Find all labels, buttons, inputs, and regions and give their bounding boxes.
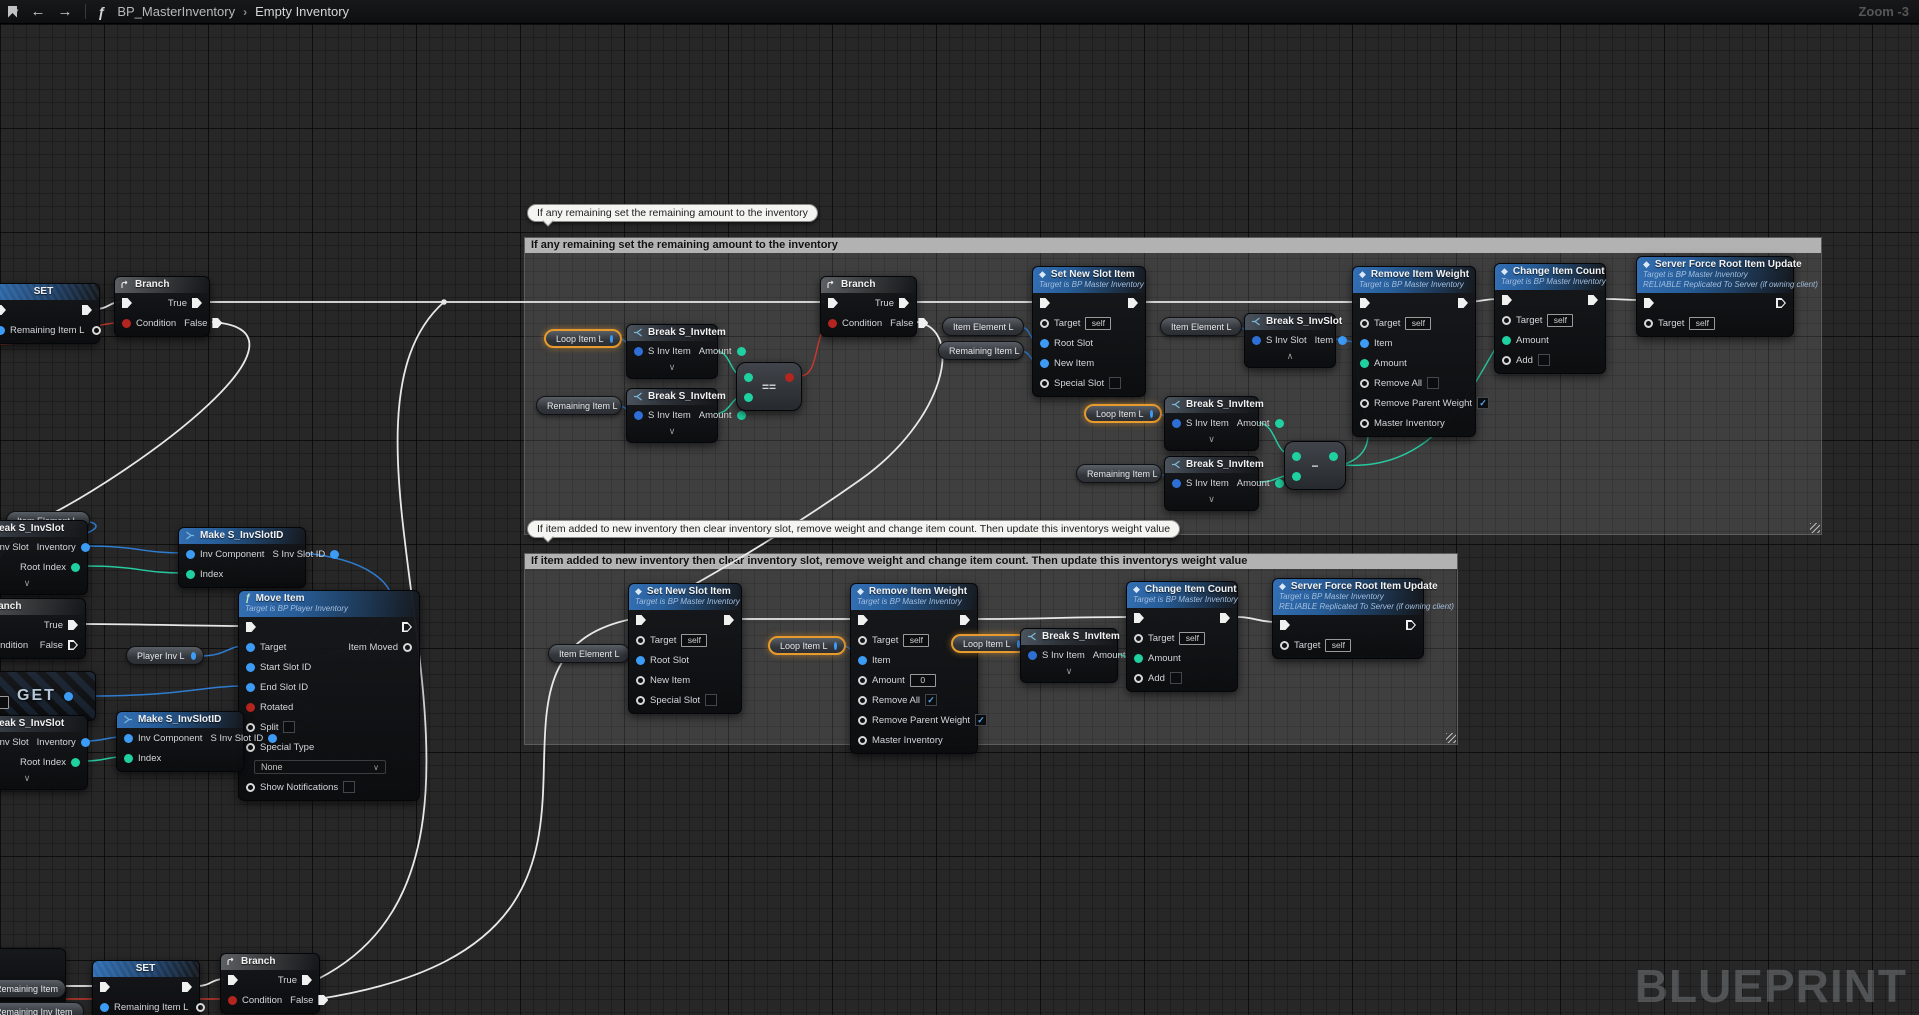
blueprint-toolbar: ▾ ← → ƒ BP_MasterInventory › Empty Inven… (0, 0, 1919, 24)
bookmark-icon (8, 6, 17, 18)
breadcrumb: BP_MasterInventory › Empty Inventory (117, 4, 349, 19)
breadcrumb-root[interactable]: BP_MasterInventory (117, 4, 235, 19)
tooltips-layer: If any remaining set the remaining amoun… (0, 0, 1919, 1015)
back-button[interactable]: ← (31, 4, 46, 19)
zoom-level-label: Zoom -3 (1858, 4, 1909, 19)
toolbar-divider (85, 4, 86, 19)
tooltip-bubble-2: If item added to new inventory then clea… (527, 520, 1180, 538)
breadcrumb-current[interactable]: Empty Inventory (255, 4, 349, 19)
forward-button[interactable]: → (58, 4, 73, 19)
bookmark-button[interactable]: ▾ (8, 6, 19, 18)
tooltip-bubble-1: If any remaining set the remaining amoun… (527, 204, 818, 222)
function-icon: ƒ (98, 4, 106, 20)
breadcrumb-separator-icon: › (243, 5, 247, 19)
